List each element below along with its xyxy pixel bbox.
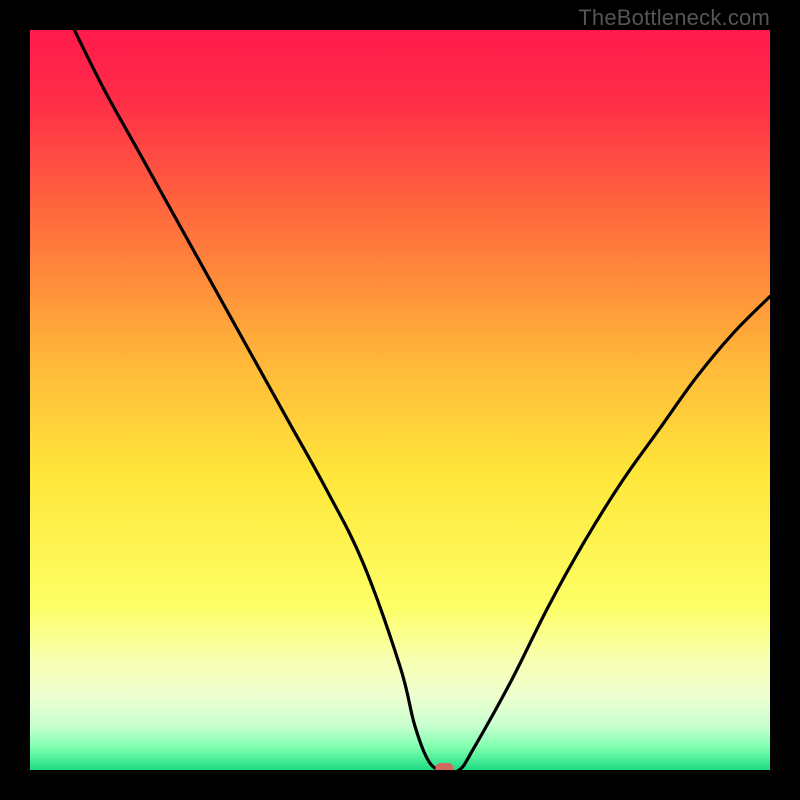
plot-area xyxy=(30,30,770,770)
bottleneck-chart xyxy=(30,30,770,770)
watermark-text: TheBottleneck.com xyxy=(578,5,770,31)
chart-frame: TheBottleneck.com xyxy=(0,0,800,800)
optimum-marker xyxy=(435,763,453,770)
gradient-background xyxy=(30,30,770,770)
